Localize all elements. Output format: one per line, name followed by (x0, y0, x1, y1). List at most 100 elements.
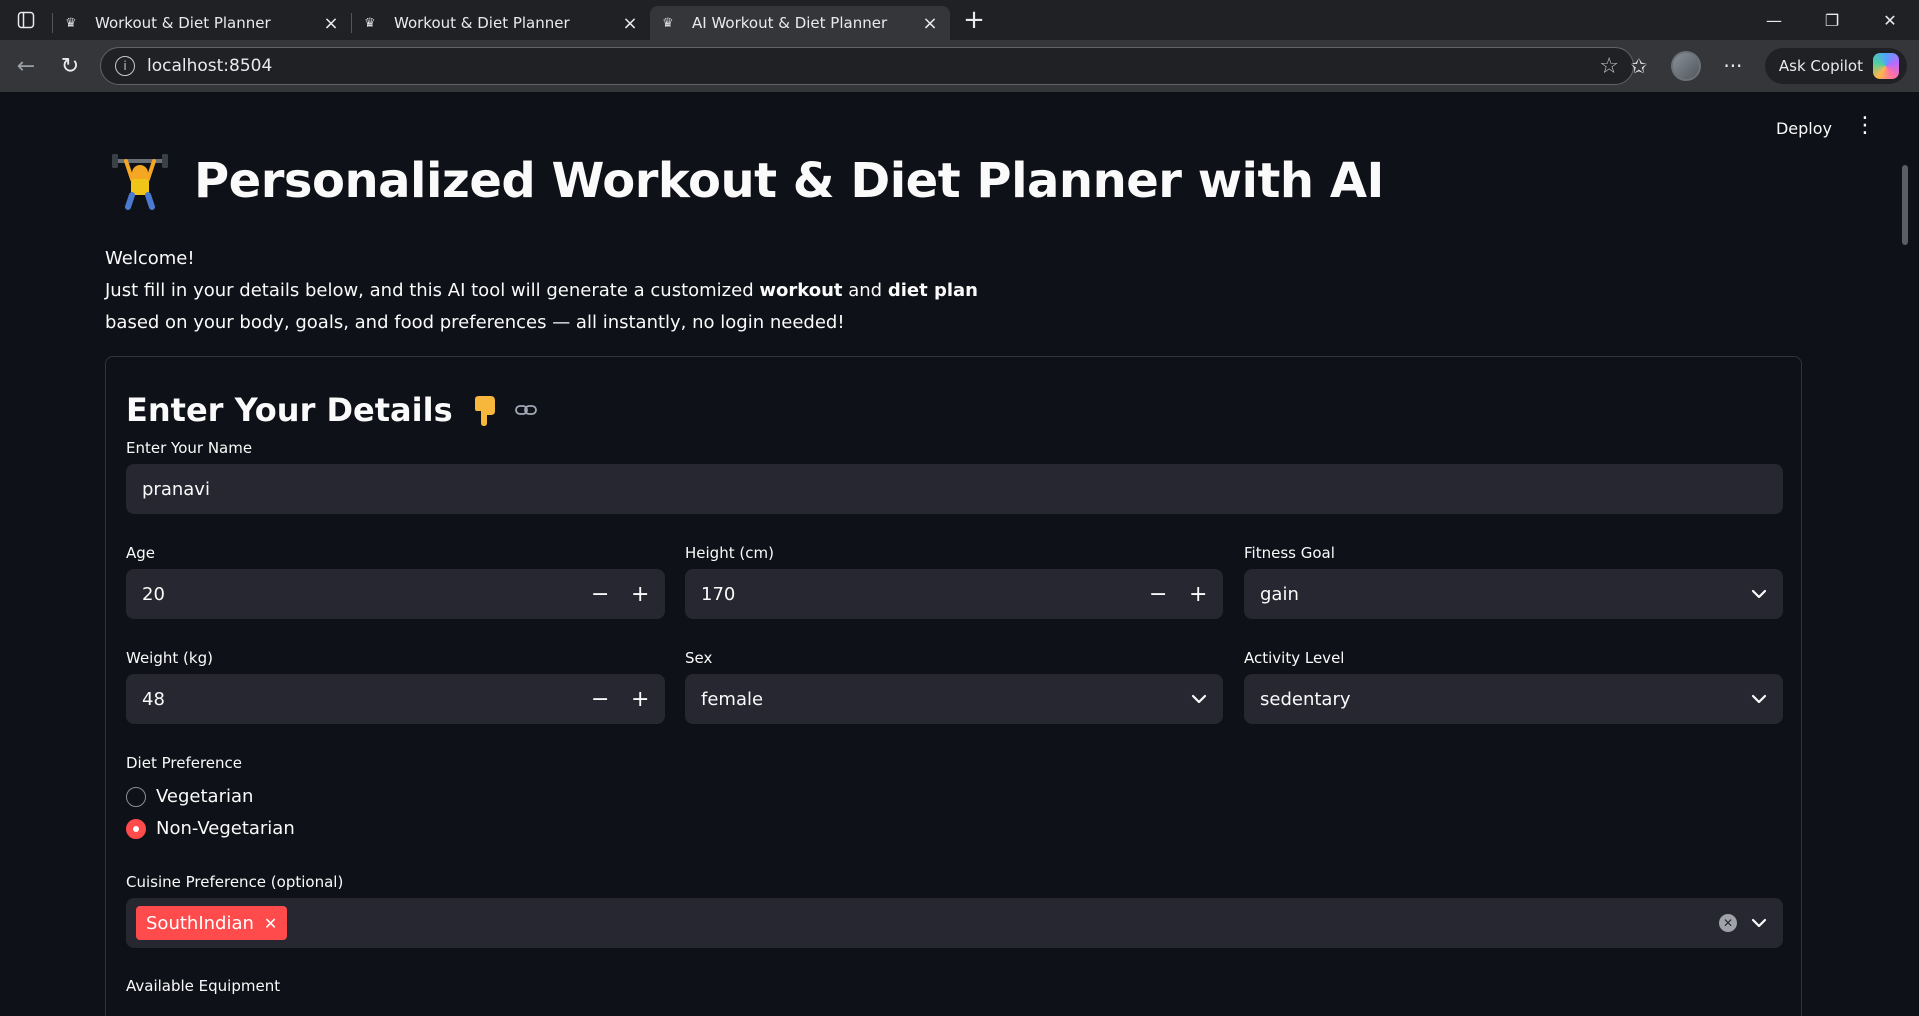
weightlifter-icon (112, 154, 168, 210)
section-title: Enter Your Details (126, 391, 453, 429)
tag-remove-icon[interactable]: ✕ (264, 914, 277, 933)
fitness-goal-label: Fitness Goal (1244, 544, 1335, 562)
main-menu-icon[interactable]: ⋮ (1854, 113, 1876, 138)
favorite-star-icon[interactable]: ☆ (1599, 54, 1619, 79)
tab-actions-icon[interactable] (0, 0, 52, 40)
copilot-label: Ask Copilot (1778, 57, 1863, 75)
activity-level-value: sedentary (1260, 688, 1351, 710)
pointing-down-hand-icon (474, 396, 495, 426)
restore-icon[interactable]: ❐ (1803, 0, 1861, 40)
profile-avatar[interactable] (1670, 51, 1701, 81)
plus-icon[interactable]: + (631, 582, 649, 607)
cuisine-label: Cuisine Preference (optional) (126, 873, 344, 891)
chevron-down-icon (1751, 918, 1767, 928)
address-bar[interactable]: i localhost:8504 ☆ (100, 47, 1634, 85)
minimize-icon[interactable]: — (1745, 0, 1803, 40)
plus-icon[interactable]: + (1189, 582, 1207, 607)
anchor-link-icon[interactable] (514, 403, 537, 417)
height-value: 170 (701, 583, 736, 605)
new-tab-plus-icon[interactable]: + (954, 0, 994, 40)
close-icon[interactable]: × (321, 13, 341, 34)
diet-preference-label: Diet Preference (126, 754, 243, 772)
intro-text-part: and (842, 280, 888, 301)
streamlit-crown-icon: ♛ (65, 16, 77, 31)
chevron-down-icon (1751, 589, 1767, 599)
more-options-icon[interactable]: ··· (1715, 46, 1751, 86)
streamlit-crown-icon: ♛ (364, 16, 376, 31)
intro-line-3: based on your body, goals, and food pref… (105, 312, 845, 333)
weight-input[interactable]: 48 − + (126, 674, 665, 724)
intro-bold-diet-plan: diet plan (887, 280, 978, 301)
deploy-button[interactable]: Deploy (1776, 119, 1832, 138)
tab-title: Workout & Diet Planner (95, 14, 271, 32)
cuisine-multiselect[interactable]: SouthIndian ✕ ✕ (126, 898, 1783, 948)
fitness-goal-select[interactable]: gain (1244, 569, 1783, 619)
sex-label: Sex (685, 649, 713, 667)
radio-label: Vegetarian (156, 786, 254, 807)
name-value: pranavi (142, 478, 210, 500)
browser-tab-bar: ♛ Workout & Diet Planner × ♛ Workout & D… (0, 0, 1919, 40)
radio-button-selected[interactable] (126, 818, 146, 839)
url-text: localhost:8504 (147, 56, 273, 76)
scrollbar-thumb[interactable] (1902, 165, 1908, 245)
close-icon[interactable]: × (920, 13, 940, 34)
radio-vegetarian[interactable]: Vegetarian (126, 786, 253, 807)
browser-toolbar: ← ↻ i localhost:8504 ☆ ✩ ··· Ask Copilot (0, 40, 1919, 92)
height-label: Height (cm) (685, 544, 774, 562)
intro-bold-workout: workout (759, 280, 843, 301)
intro-text: Welcome! Just fill in your details below… (105, 243, 978, 339)
sex-value: female (701, 688, 764, 710)
height-input[interactable]: 170 − + (685, 569, 1223, 619)
weight-label: Weight (kg) (126, 649, 213, 667)
site-info-icon[interactable]: i (115, 56, 135, 76)
radio-label: Non-Vegetarian (156, 818, 295, 839)
tag-label: SouthIndian (146, 912, 254, 934)
window-close-icon[interactable]: ✕ (1861, 0, 1919, 40)
chevron-down-icon (1751, 694, 1767, 704)
copilot-icon (1873, 53, 1899, 79)
details-form: Enter Your Details Enter Your Name prana… (105, 356, 1802, 1016)
sex-select[interactable]: female (685, 674, 1223, 724)
radio-button[interactable] (126, 786, 146, 807)
tab-title: Workout & Diet Planner (394, 14, 570, 32)
name-input[interactable]: pranavi (126, 464, 1783, 514)
favorites-icon[interactable]: ✩ (1621, 46, 1657, 86)
age-stepper: − + (591, 582, 649, 607)
minus-icon[interactable]: − (591, 582, 609, 607)
ask-copilot-button[interactable]: Ask Copilot (1764, 48, 1907, 84)
plus-icon[interactable]: + (631, 687, 649, 712)
welcome-text: Welcome! (105, 248, 195, 269)
age-value: 20 (142, 583, 165, 605)
browser-tab-2[interactable]: ♛ Workout & Diet Planner × (352, 6, 650, 40)
browser-tab-3[interactable]: ♛ AI Workout & Diet Planner × (650, 6, 950, 40)
app-viewport: Deploy ⋮ Personalized Workout & Diet Pla… (5, 93, 1914, 1016)
tab-title: AI Workout & Diet Planner (692, 14, 888, 32)
weight-stepper: − + (591, 687, 649, 712)
browser-tab-1[interactable]: ♛ Workout & Diet Planner × (53, 6, 351, 40)
back-arrow-icon[interactable]: ← (4, 46, 48, 86)
age-input[interactable]: 20 − + (126, 569, 665, 619)
reload-icon[interactable]: ↻ (48, 46, 92, 86)
activity-level-select[interactable]: sedentary (1244, 674, 1783, 724)
clear-all-icon[interactable]: ✕ (1719, 914, 1737, 932)
chevron-down-icon (1191, 694, 1207, 704)
minus-icon[interactable]: − (1149, 582, 1167, 607)
close-icon[interactable]: × (620, 13, 640, 34)
cuisine-tags: SouthIndian ✕ (136, 906, 1719, 940)
cuisine-tag: SouthIndian ✕ (136, 906, 288, 940)
section-header: Enter Your Details (126, 391, 537, 429)
toolbar-right: ✩ ··· Ask Copilot (1621, 46, 1907, 86)
minus-icon[interactable]: − (591, 687, 609, 712)
radio-non-vegetarian[interactable]: Non-Vegetarian (126, 818, 295, 839)
window-controls: — ❐ ✕ (1745, 0, 1919, 40)
weight-value: 48 (142, 688, 165, 710)
fitness-goal-value: gain (1260, 583, 1299, 605)
page-title: Personalized Workout & Diet Planner with… (194, 153, 1384, 209)
age-label: Age (126, 544, 156, 562)
page-title-row: Personalized Workout & Diet Planner with… (110, 151, 1384, 211)
name-label: Enter Your Name (126, 439, 253, 457)
streamlit-crown-icon: ♛ (662, 16, 674, 31)
equipment-label: Available Equipment (126, 977, 281, 995)
height-stepper: − + (1149, 582, 1207, 607)
activity-level-label: Activity Level (1244, 649, 1345, 667)
